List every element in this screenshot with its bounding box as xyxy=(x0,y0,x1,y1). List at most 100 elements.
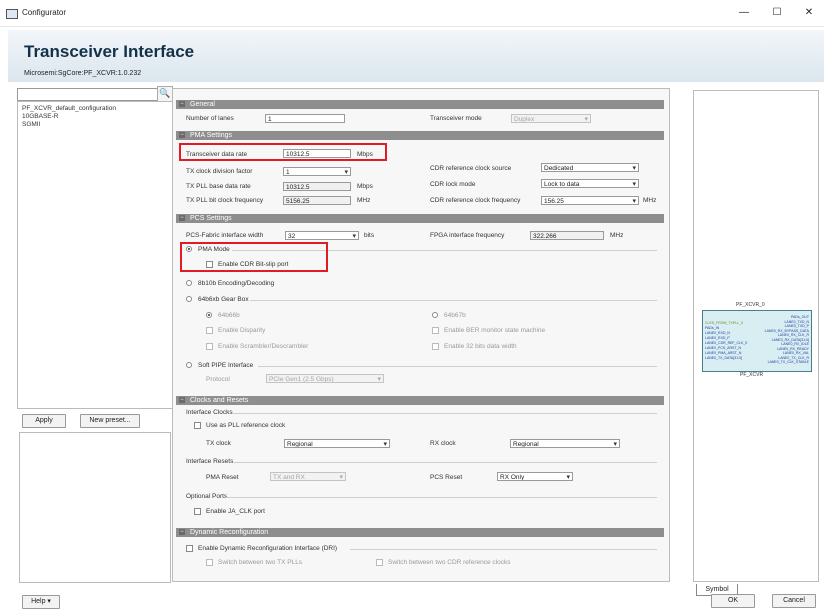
minimize-button[interactable]: — xyxy=(733,5,755,21)
group-divider xyxy=(226,497,657,498)
group-divider xyxy=(232,413,657,414)
switch-tx-pll-label: Switch between two TX PLLs xyxy=(218,559,303,566)
pcs-width-label: PCS-Fabric interface width xyxy=(186,232,264,239)
preset-item[interactable]: 10GBASE-R xyxy=(22,113,59,120)
core-header: Transceiver Interface Microsemi:SgCore:P… xyxy=(8,30,824,82)
symbol-pin: LANE0_TX_CLK_STABLE xyxy=(767,360,809,364)
cdr-source-label: CDR reference clock source xyxy=(430,165,512,172)
transceiver-mode-label: Transceiver mode xyxy=(430,115,482,122)
ok-button[interactable]: OK xyxy=(711,594,755,608)
collapse-icon[interactable]: − xyxy=(179,215,185,221)
interface-resets-label: Interface Resets xyxy=(186,458,234,465)
ber-monitor-checkbox[interactable] xyxy=(432,327,439,334)
tx-clock-select[interactable]: Regional xyxy=(284,439,390,448)
dri-enable-checkbox[interactable] xyxy=(186,545,193,552)
section-general[interactable]: − General xyxy=(176,100,664,109)
symbol-pin: LANE0_RX_CLK_R xyxy=(777,333,809,337)
scrambler-checkbox[interactable] xyxy=(206,343,213,350)
use-pll-ref-label: Use as PLL reference clock xyxy=(206,422,286,429)
gearbox-radio[interactable] xyxy=(186,296,192,302)
transceiver-mode-select[interactable]: Duplex xyxy=(511,114,591,123)
section-title: Clocks and Resets xyxy=(190,397,249,404)
symbol-pin: LANE0_RXD_P xyxy=(705,336,730,340)
pll-rate-unit: Mbps xyxy=(357,183,373,190)
symbol-pin: PADs_OUT xyxy=(790,315,809,319)
64b66b-radio[interactable] xyxy=(206,312,212,318)
cdr-freq-unit: MHz xyxy=(643,197,657,204)
symbol-pin: LANE0_RXD_N xyxy=(705,331,730,335)
protocol-label: Protocol xyxy=(206,376,230,383)
section-title: PCS Settings xyxy=(190,215,232,222)
scrambler-label: Enable Scrambler/Descrambler xyxy=(218,343,309,350)
64b67b-radio[interactable] xyxy=(432,312,438,318)
preset-description xyxy=(19,432,171,583)
use-pll-ref-checkbox[interactable] xyxy=(194,422,201,429)
symbol-pin: LANE0_TX_DATA[31:0] xyxy=(705,356,743,360)
help-button[interactable]: Help ▾ xyxy=(22,595,60,609)
disparity-checkbox[interactable] xyxy=(206,327,213,334)
soft-pipe-radio[interactable] xyxy=(186,362,192,368)
collapse-icon[interactable]: − xyxy=(179,529,185,535)
new-preset-button[interactable]: New preset... xyxy=(80,414,140,428)
pcs-width-select[interactable]: 32 xyxy=(285,231,359,240)
rx-clock-select[interactable]: Regional xyxy=(510,439,620,448)
pll-clock-label: TX PLL bit clock frequency xyxy=(186,197,264,204)
pcs-reset-select[interactable]: RX Only xyxy=(497,472,573,481)
8b10b-radio[interactable] xyxy=(186,280,192,286)
section-title: General xyxy=(190,101,215,108)
section-pma-settings[interactable]: − PMA Settings xyxy=(176,131,664,140)
num-lanes-input[interactable]: 1 xyxy=(265,114,345,123)
tx-div-label: TX clock division factor xyxy=(186,168,253,175)
ja-clk-label: Enable JA_CLK port xyxy=(206,508,265,515)
cdr-source-select[interactable]: Dedicated xyxy=(541,163,639,172)
cdr-lock-select[interactable]: Lock to data xyxy=(541,179,639,188)
switch-tx-pll-checkbox[interactable] xyxy=(206,559,213,566)
tx-div-select[interactable]: 1 xyxy=(283,167,351,176)
switch-cdr-checkbox[interactable] xyxy=(376,559,383,566)
symbol-pin: LANE0_TXD_P xyxy=(784,324,809,328)
symbol-pin: LANE0_TX_CLK_R xyxy=(778,355,809,360)
collapse-icon[interactable]: − xyxy=(179,132,185,138)
search-icon[interactable]: 🔍 xyxy=(157,86,173,102)
32bit-width-checkbox[interactable] xyxy=(432,343,439,350)
preset-search-input[interactable] xyxy=(17,88,173,101)
symbol-pin: LANE0_CDR_REF_CLK_0 xyxy=(705,341,748,345)
section-clocks-resets[interactable]: − Clocks and Resets xyxy=(176,396,664,405)
preset-item[interactable]: SGMII xyxy=(22,121,40,128)
preset-item[interactable]: PF_XCVR_default_configuration xyxy=(22,105,116,112)
pcs-reset-label: PCS Reset xyxy=(430,474,463,481)
section-dynamic-reconfiguration[interactable]: − Dynamic Reconfiguration xyxy=(176,528,664,537)
64b67b-label: 64b67b xyxy=(444,312,466,319)
title-bar: Configurator — ☐ ✕ xyxy=(0,0,824,27)
collapse-icon[interactable]: − xyxy=(179,101,185,107)
maximize-button[interactable]: ☐ xyxy=(766,5,788,21)
symbol-pin: LANE0_RX_BYPASS_DATA xyxy=(764,328,809,333)
pll-clock-unit: MHz xyxy=(357,197,371,204)
symbol-pin: LANE0_PCS_ARST_N xyxy=(705,346,741,350)
fpga-freq-label: FPGA interface frequency xyxy=(430,232,505,239)
core-vlnv: Microsemi:SgCore:PF_XCVR:1.0.232 xyxy=(24,70,142,77)
close-button[interactable]: ✕ xyxy=(798,5,820,21)
section-pcs-settings[interactable]: − PCS Settings xyxy=(176,214,664,223)
preset-list: PF_XCVR_default_configuration 10GBASE-R … xyxy=(17,101,173,409)
group-divider xyxy=(350,549,657,550)
section-title: PMA Settings xyxy=(190,132,233,139)
protocol-select[interactable]: PCIe Gen1 (2.5 Gbps) xyxy=(266,374,384,383)
ja-clk-checkbox[interactable] xyxy=(194,508,201,515)
group-divider xyxy=(250,300,657,301)
disparity-label: Enable Disparity xyxy=(218,327,266,334)
switch-cdr-label: Switch between two CDR reference clocks xyxy=(388,559,511,566)
symbol-pin: LANE0_RX_READY xyxy=(777,346,809,351)
symbol-instance-name: PF_XCVR_0 xyxy=(736,302,765,308)
collapse-icon[interactable]: − xyxy=(179,397,185,403)
apply-button[interactable]: Apply xyxy=(22,414,66,428)
pma-reset-select[interactable]: TX and RX xyxy=(270,472,346,481)
cancel-button[interactable]: Cancel xyxy=(772,594,816,608)
dri-enable-label: Enable Dynamic Reconfiguration Interface… xyxy=(198,545,338,552)
cdr-freq-select[interactable]: 156.25 xyxy=(541,196,639,205)
pll-rate-value: 10312.5 xyxy=(283,182,351,191)
rx-clock-label: RX clock xyxy=(430,440,456,447)
page-title: Transceiver Interface xyxy=(24,42,195,61)
symbol-pin: CLKS_FROM_TXPLL_0 xyxy=(705,321,743,325)
num-lanes-label: Number of lanes xyxy=(186,115,234,122)
